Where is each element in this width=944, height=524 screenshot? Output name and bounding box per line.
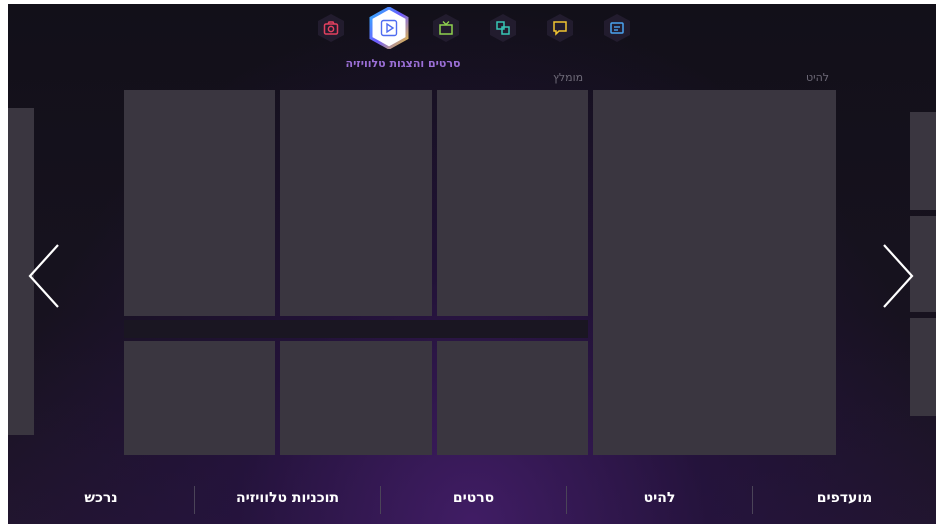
nav-favorites[interactable]: מועדפים [753, 476, 936, 520]
smart-hub-screen: סרטים והצגות טלוויזיה להיט מומלץ נרכש תו… [0, 0, 944, 524]
recommended-tile[interactable] [280, 341, 432, 455]
apps-icon[interactable] [488, 13, 518, 43]
top-border [0, 0, 944, 4]
recommended-tile[interactable] [437, 90, 588, 316]
left-border [0, 0, 8, 524]
next-page-panel-top [910, 112, 936, 210]
recommended-tile[interactable] [124, 341, 275, 455]
nav-movies[interactable]: סרטים [381, 476, 566, 520]
camera-icon[interactable] [316, 13, 346, 43]
nav-tv-shows[interactable]: תוכניות טלוויזיה [195, 476, 380, 520]
tv-icon[interactable] [431, 13, 461, 43]
nav-hit[interactable]: להיט [567, 476, 752, 520]
category-title: סרטים והצגות טלוויזיה [345, 57, 461, 70]
guide-icon[interactable] [602, 13, 632, 43]
play-icon[interactable] [369, 7, 409, 49]
chat-icon[interactable] [545, 13, 575, 43]
section-label-hit: להיט [806, 71, 830, 84]
recommended-tile[interactable] [124, 90, 275, 316]
previous-arrow-icon[interactable] [26, 243, 62, 309]
right-border [936, 0, 944, 524]
recommended-tile[interactable] [280, 90, 432, 316]
recommended-tile[interactable] [437, 341, 588, 455]
tile-divider-strip [124, 320, 588, 338]
hit-featured-tile[interactable] [593, 90, 836, 455]
next-page-panel-bottom [910, 318, 936, 416]
nav-purchased[interactable]: נרכש [8, 476, 194, 520]
bottom-nav: נרכש תוכניות טלוויזיה סרטים להיט מועדפים [8, 476, 936, 520]
next-arrow-icon[interactable] [880, 243, 916, 309]
section-label-recommended: מומלץ [553, 71, 584, 84]
